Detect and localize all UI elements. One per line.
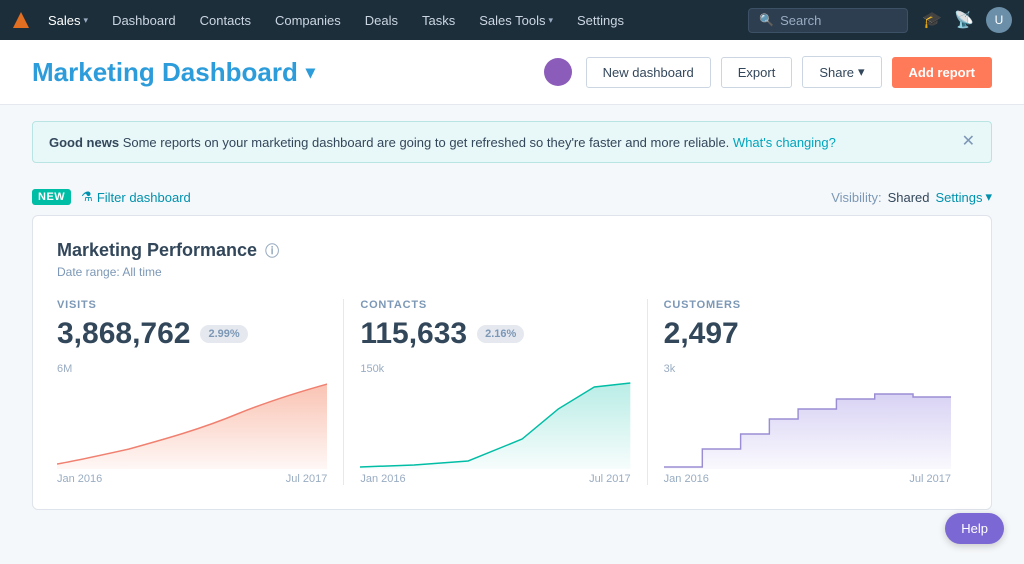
metric-value-row-customers: 2,497 xyxy=(664,317,951,351)
chart-contacts xyxy=(360,379,630,469)
close-icon[interactable]: ✕ xyxy=(962,134,975,150)
chart-customers xyxy=(664,379,951,469)
nav-item-settings[interactable]: Settings xyxy=(567,9,634,32)
metric-label-contacts: CONTACTS xyxy=(360,299,630,311)
nav-item-sales-tools[interactable]: Sales Tools ▾ xyxy=(469,9,563,32)
nav-item-dashboard[interactable]: Dashboard xyxy=(102,9,186,32)
nav-item-companies[interactable]: Companies xyxy=(265,9,351,32)
metric-value-row-contacts: 115,633 2.16% xyxy=(360,317,630,351)
metric-visits: VISITS 3,868,762 2.99% 6M xyxy=(57,299,344,485)
purple-dot-indicator xyxy=(544,58,572,86)
metric-value-contacts: 115,633 xyxy=(360,317,467,351)
dashboard-title: Marketing Dashboard ▾ xyxy=(32,57,315,88)
broadcast-icon[interactable]: 📡 xyxy=(954,10,974,30)
metric-value-row-visits: 3,868,762 2.99% xyxy=(57,317,327,351)
chevron-down-icon: ▾ xyxy=(548,15,553,26)
settings-button[interactable]: Settings ▾ xyxy=(935,189,992,205)
export-button[interactable]: Export xyxy=(721,57,793,88)
banner-message: Good news Some reports on your marketing… xyxy=(49,135,836,150)
chart-x-labels-visits: Jan 2016 Jul 2017 xyxy=(57,473,327,485)
nav-item-tasks[interactable]: Tasks xyxy=(412,9,465,32)
nav-item-deals[interactable]: Deals xyxy=(355,9,408,32)
toolbar: NEW ⚗ Filter dashboard Visibility: Share… xyxy=(0,179,1024,215)
card-subtitle: Date range: All time xyxy=(57,265,967,279)
chevron-down-icon: ▾ xyxy=(84,15,89,26)
chevron-down-icon: ▾ xyxy=(858,64,865,80)
toolbar-left: NEW ⚗ Filter dashboard xyxy=(32,189,191,205)
chart-x-labels-customers: Jan 2016 Jul 2017 xyxy=(664,473,951,485)
new-dashboard-button[interactable]: New dashboard xyxy=(586,57,711,88)
chart-x-labels-contacts: Jan 2016 Jul 2017 xyxy=(360,473,630,485)
metric-customers: CUSTOMERS 2,497 3k xyxy=(664,299,967,485)
nav-icons: 🎓 📡 U xyxy=(922,7,1012,33)
page-header: Marketing Dashboard ▾ New dashboard Expo… xyxy=(0,40,1024,105)
metric-label-customers: CUSTOMERS xyxy=(664,299,951,311)
banner-link[interactable]: What's changing? xyxy=(733,135,836,150)
metric-value-customers: 2,497 xyxy=(664,317,739,351)
search-icon: 🔍 xyxy=(759,13,774,27)
help-button[interactable]: Help xyxy=(945,513,1004,544)
nav-item-sales[interactable]: Sales ▾ xyxy=(38,9,98,32)
share-button[interactable]: Share ▾ xyxy=(802,56,881,88)
metric-badge-visits: 2.99% xyxy=(200,325,247,343)
metric-contacts: CONTACTS 115,633 2.16% 150k xyxy=(360,299,647,485)
metric-label-visits: VISITS xyxy=(57,299,327,311)
chevron-down-icon: ▾ xyxy=(985,189,992,205)
chevron-down-icon[interactable]: ▾ xyxy=(306,62,315,83)
metrics-row: VISITS 3,868,762 2.99% 6M xyxy=(57,299,967,485)
visibility-label: Visibility: xyxy=(831,190,881,205)
chart-y-label-contacts: 150k xyxy=(360,363,630,375)
nav-search: 🔍 Search xyxy=(748,8,908,33)
add-report-button[interactable]: Add report xyxy=(892,57,992,88)
top-navigation: Sales ▾ Dashboard Contacts Companies Dea… xyxy=(0,0,1024,40)
new-badge: NEW xyxy=(32,189,71,205)
graduation-icon[interactable]: 🎓 xyxy=(922,10,942,30)
filter-icon: ⚗ xyxy=(81,189,93,205)
marketing-performance-card: Marketing Performance ⓘ Date range: All … xyxy=(32,215,992,510)
chart-visits xyxy=(57,379,327,469)
chart-y-label-visits: 6M xyxy=(57,363,327,375)
filter-dashboard-button[interactable]: ⚗ Filter dashboard xyxy=(81,189,191,205)
nav-item-contacts[interactable]: Contacts xyxy=(190,9,261,32)
nav-logo xyxy=(12,11,30,29)
avatar[interactable]: U xyxy=(986,7,1012,33)
chart-y-label-customers: 3k xyxy=(664,363,951,375)
info-icon[interactable]: ⓘ xyxy=(265,241,279,261)
metric-value-visits: 3,868,762 xyxy=(57,317,190,351)
info-banner: Good news Some reports on your marketing… xyxy=(32,121,992,163)
visibility-value: Shared xyxy=(888,190,930,205)
metric-badge-contacts: 2.16% xyxy=(477,325,524,343)
help-button-container: Help xyxy=(945,513,1004,544)
card-title: Marketing Performance ⓘ xyxy=(57,240,967,261)
toolbar-right: Visibility: Shared Settings ▾ xyxy=(831,189,992,205)
main-content: Marketing Performance ⓘ Date range: All … xyxy=(0,215,1024,534)
header-actions: New dashboard Export Share ▾ Add report xyxy=(544,56,992,88)
